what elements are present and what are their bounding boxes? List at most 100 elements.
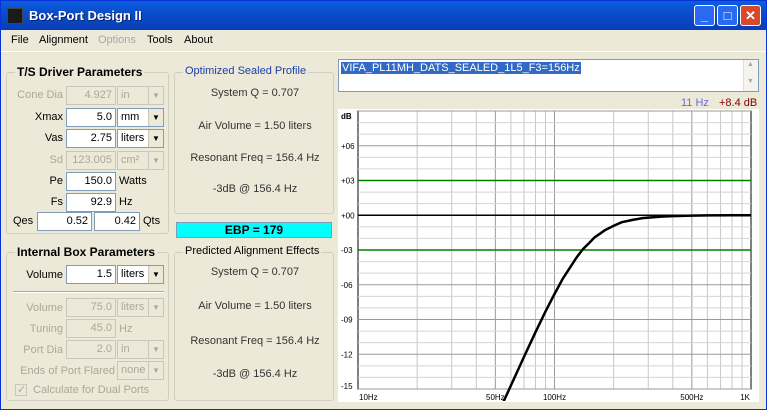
x-tick-label: 1K	[740, 393, 750, 402]
vas-unit-select[interactable]: liters ▼	[117, 129, 164, 148]
profile-air-volume: Air Volume = 1.50 liters	[198, 120, 312, 132]
design-title-scrollbar[interactable]: ▲ ▼	[743, 60, 758, 91]
sd-field[interactable]: 123.005	[66, 151, 116, 170]
sd-unit-value: cm²	[121, 154, 140, 166]
dual-ports-label: Calculate for Dual Ports	[33, 384, 150, 396]
cone-dia-unit-value: in	[121, 89, 130, 101]
window-title: Box-Port Design II	[29, 8, 142, 23]
cone-dia-label: Cone Dia	[17, 89, 63, 101]
maximize-icon: □	[723, 8, 732, 23]
box-params-title: Internal Box Parameters	[15, 245, 158, 259]
volume-unit-value: liters	[121, 268, 145, 280]
volume-field[interactable]: 1.5	[66, 265, 116, 284]
port-dia-field[interactable]: 2.0	[66, 340, 116, 359]
app-window: Box-Port Design II _ □ ✕ File Alignment …	[0, 0, 767, 410]
profile-f3: -3dB @ 156.4 Hz	[212, 183, 298, 195]
y-tick-label: +06	[341, 142, 355, 151]
minimize-icon: _	[700, 8, 709, 23]
y-tick-label: -03	[341, 246, 353, 255]
x-tick-label: 50Hz	[486, 393, 505, 402]
xmax-field[interactable]: 5.0	[66, 108, 116, 127]
qes-field[interactable]: 0.52	[37, 212, 92, 231]
chevron-down-icon: ▼	[148, 341, 163, 358]
sd-unit-select[interactable]: cm² ▼	[117, 151, 164, 170]
effects-resonant-freq: Resonant Freq = 156.4 Hz	[190, 335, 320, 347]
design-title-field[interactable]: VIFA_PL11MH_DATS_SEALED_1L5_F3=156Hz ▲ ▼	[338, 59, 759, 92]
volume2-unit-select[interactable]: liters ▼	[117, 298, 164, 317]
profile-system-q: System Q = 0.707	[210, 87, 300, 99]
chevron-down-icon: ▼	[148, 109, 163, 126]
cone-dia-unit-select[interactable]: in ▼	[117, 86, 164, 105]
alignment-effects-title: Predicted Alignment Effects	[183, 245, 322, 257]
menu-tools[interactable]: Tools	[147, 34, 173, 46]
tuning-field[interactable]: 45.0	[66, 319, 116, 338]
menu-options[interactable]: Options	[98, 34, 136, 46]
x-tick-label: 100Hz	[543, 393, 566, 402]
pe-label: Pe	[49, 175, 63, 187]
qts-field[interactable]: 0.42	[94, 212, 140, 231]
effects-air-volume: Air Volume = 1.50 liters	[198, 300, 312, 312]
ends-flared-value: none	[121, 364, 146, 376]
y-tick-label: -12	[341, 350, 353, 359]
ebp-indicator: EBP = 179	[176, 222, 332, 238]
cursor-db-readout: +8.4 dB	[719, 97, 758, 109]
vas-field[interactable]: 2.75	[66, 129, 116, 148]
box-divider	[13, 291, 164, 293]
close-button[interactable]: ✕	[740, 5, 761, 26]
ends-flared-select[interactable]: none ▼	[117, 361, 164, 380]
design-title-text: VIFA_PL11MH_DATS_SEALED_1L5_F3=156Hz	[341, 62, 581, 74]
chevron-down-icon: ▼	[148, 152, 163, 169]
volume2-unit-value: liters	[121, 301, 145, 313]
app-icon	[7, 8, 23, 24]
menu-file[interactable]: File	[11, 34, 29, 46]
chevron-down-icon: ▼	[148, 299, 163, 316]
vas-unit-value: liters	[121, 132, 145, 144]
tuning-unit: Hz	[119, 323, 133, 335]
fs-field[interactable]: 92.9	[66, 193, 116, 212]
ends-flared-label: Ends of Port Flared	[20, 365, 115, 377]
response-chart[interactable]: +06 +03 +00 -03 -06 -09 -12 -15 dB 10Hz 50Hz 100Hz 5…	[338, 109, 759, 402]
xmax-unit-select[interactable]: mm ▼	[117, 108, 164, 127]
chevron-down-icon: ▼	[148, 130, 163, 147]
xmax-unit-value: mm	[121, 111, 140, 123]
volume2-field[interactable]: 75.0	[66, 298, 116, 317]
y-tick-label: +03	[341, 177, 355, 186]
optimized-profile-title: Optimized Sealed Profile	[183, 65, 309, 77]
title-bar[interactable]: Box-Port Design II _ □ ✕	[1, 1, 766, 30]
y-axis-label: dB	[341, 112, 352, 121]
x-tick-label: 10Hz	[359, 393, 378, 402]
chevron-down-icon: ▼	[148, 87, 163, 104]
volume-unit-select[interactable]: liters ▼	[117, 265, 164, 284]
y-tick-label: -09	[341, 316, 353, 325]
y-tick-label: -06	[341, 281, 353, 290]
scroll-up-icon[interactable]: ▲	[747, 61, 754, 68]
vas-label: Vas	[44, 132, 63, 144]
qts-label: Qts	[143, 215, 161, 227]
menu-bar: File Alignment Options Tools About	[1, 30, 766, 52]
x-tick-label: 500Hz	[680, 393, 703, 402]
tuning-label: Tuning	[29, 323, 63, 335]
chevron-down-icon: ▼	[148, 266, 163, 283]
menu-about[interactable]: About	[184, 34, 213, 46]
qes-label: Qes	[13, 215, 34, 227]
minimize-button[interactable]: _	[694, 5, 715, 26]
port-dia-label: Port Dia	[23, 344, 63, 356]
port-dia-unit-value: in	[121, 343, 130, 355]
maximize-button[interactable]: □	[717, 5, 738, 26]
check-icon: ✓	[17, 384, 27, 396]
chevron-down-icon: ▼	[148, 362, 163, 379]
pe-unit: Watts	[119, 175, 147, 187]
profile-resonant-freq: Resonant Freq = 156.4 Hz	[190, 152, 320, 164]
sd-label: Sd	[49, 154, 63, 166]
volume2-label: Volume	[26, 302, 63, 314]
ts-driver-title: T/S Driver Parameters	[15, 65, 145, 79]
dual-ports-checkbox[interactable]: ✓	[15, 384, 27, 396]
y-tick-label: +00	[341, 211, 355, 220]
fs-unit: Hz	[119, 196, 133, 208]
close-icon: ✕	[745, 8, 756, 23]
port-dia-unit-select[interactable]: in ▼	[117, 340, 164, 359]
pe-field[interactable]: 150.0	[66, 172, 116, 191]
menu-alignment[interactable]: Alignment	[39, 34, 88, 46]
cone-dia-field[interactable]: 4.927	[66, 86, 116, 105]
scroll-down-icon[interactable]: ▼	[747, 78, 754, 85]
